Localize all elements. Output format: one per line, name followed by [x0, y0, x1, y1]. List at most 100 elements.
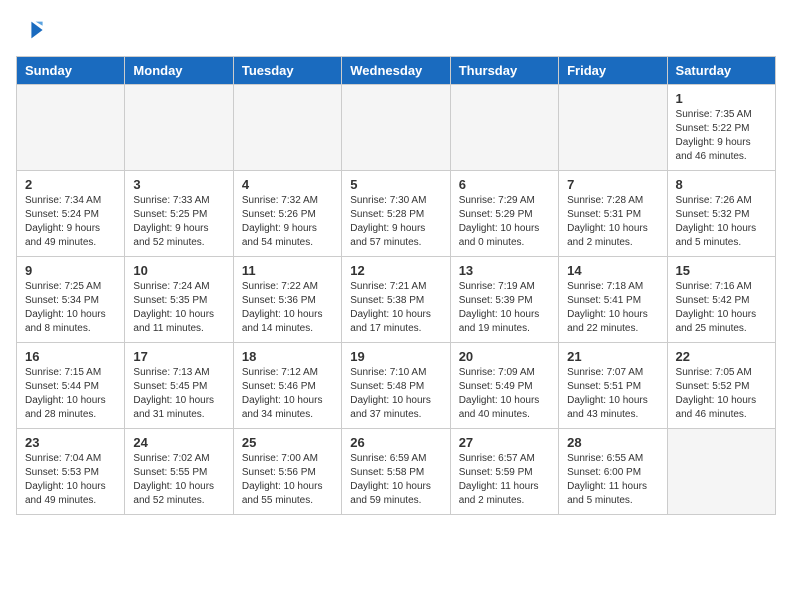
calendar-cell: 13 Sunrise: 7:19 AM Sunset: 5:39 PM Dayli…	[450, 257, 558, 343]
day-info: Sunrise: 7:09 AM Sunset: 5:49 PM Dayligh…	[459, 366, 550, 422]
calendar-cell: 19 Sunrise: 7:10 AM Sunset: 5:48 PM Dayli…	[342, 343, 450, 429]
day-number: 19	[350, 349, 441, 364]
page-header	[16, 16, 776, 44]
calendar-cell	[559, 85, 667, 171]
weekday-header-row: SundayMondayTuesdayWednesdayThursdayFrid…	[17, 57, 776, 85]
day-number: 6	[459, 177, 550, 192]
calendar-cell	[125, 85, 233, 171]
day-number: 22	[676, 349, 767, 364]
calendar-cell: 12 Sunrise: 7:21 AM Sunset: 5:38 PM Dayli…	[342, 257, 450, 343]
day-number: 7	[567, 177, 658, 192]
day-number: 4	[242, 177, 333, 192]
day-number: 21	[567, 349, 658, 364]
calendar-cell: 26 Sunrise: 6:59 AM Sunset: 5:58 PM Dayli…	[342, 429, 450, 515]
calendar-cell: 20 Sunrise: 7:09 AM Sunset: 5:49 PM Dayli…	[450, 343, 558, 429]
day-info: Sunrise: 7:00 AM Sunset: 5:56 PM Dayligh…	[242, 452, 333, 508]
weekday-header-thursday: Thursday	[450, 57, 558, 85]
calendar-cell: 16Sunrise: 7:15 AM Sunset: 5:44 PM Dayli…	[17, 343, 125, 429]
calendar-cell: 25 Sunrise: 7:00 AM Sunset: 5:56 PM Dayli…	[233, 429, 341, 515]
calendar-cell: 6 Sunrise: 7:29 AM Sunset: 5:29 PM Daylig…	[450, 171, 558, 257]
calendar-cell: 4 Sunrise: 7:32 AM Sunset: 5:26 PM Daylig…	[233, 171, 341, 257]
calendar-cell: 2 Sunrise: 7:34 AM Sunset: 5:24 PM Daylig…	[17, 171, 125, 257]
day-info: Sunrise: 7:24 AM Sunset: 5:35 PM Dayligh…	[133, 280, 224, 336]
calendar-cell	[450, 85, 558, 171]
day-info: Sunrise: 7:29 AM Sunset: 5:29 PM Dayligh…	[459, 194, 550, 250]
day-number: 27	[459, 435, 550, 450]
day-number: 23	[25, 435, 116, 450]
calendar-cell: 22 Sunrise: 7:05 AM Sunset: 5:52 PM Dayli…	[667, 343, 775, 429]
calendar-cell	[342, 85, 450, 171]
calendar-cell: 17 Sunrise: 7:13 AM Sunset: 5:45 PM Dayli…	[125, 343, 233, 429]
day-info: Sunrise: 7:32 AM Sunset: 5:26 PM Dayligh…	[242, 194, 333, 250]
calendar-cell: 28 Sunrise: 6:55 AM Sunset: 6:00 PM Dayli…	[559, 429, 667, 515]
day-info: Sunrise: 6:57 AM Sunset: 5:59 PM Dayligh…	[459, 452, 550, 508]
weekday-header-monday: Monday	[125, 57, 233, 85]
day-number: 18	[242, 349, 333, 364]
day-info: Sunrise: 7:19 AM Sunset: 5:39 PM Dayligh…	[459, 280, 550, 336]
week-row-0: 1 Sunrise: 7:35 AM Sunset: 5:22 PM Daylig…	[17, 85, 776, 171]
calendar-cell: 24 Sunrise: 7:02 AM Sunset: 5:55 PM Dayli…	[125, 429, 233, 515]
day-info: Sunrise: 7:05 AM Sunset: 5:52 PM Dayligh…	[676, 366, 767, 422]
week-row-1: 2 Sunrise: 7:34 AM Sunset: 5:24 PM Daylig…	[17, 171, 776, 257]
calendar-cell: 3Sunrise: 7:33 AM Sunset: 5:25 PM Daylig…	[125, 171, 233, 257]
weekday-header-saturday: Saturday	[667, 57, 775, 85]
day-info: Sunrise: 7:25 AM Sunset: 5:34 PM Dayligh…	[25, 280, 116, 336]
calendar-cell: 21 Sunrise: 7:07 AM Sunset: 5:51 PM Dayli…	[559, 343, 667, 429]
day-number: 1	[676, 91, 767, 106]
weekday-header-friday: Friday	[559, 57, 667, 85]
day-info: Sunrise: 7:12 AM Sunset: 5:46 PM Dayligh…	[242, 366, 333, 422]
calendar-cell	[667, 429, 775, 515]
calendar-cell: 23 Sunrise: 7:04 AM Sunset: 5:53 PM Dayli…	[17, 429, 125, 515]
day-info: Sunrise: 7:13 AM Sunset: 5:45 PM Dayligh…	[133, 366, 224, 422]
day-number: 25	[242, 435, 333, 450]
calendar: SundayMondayTuesdayWednesdayThursdayFrid…	[16, 56, 776, 515]
day-number: 28	[567, 435, 658, 450]
calendar-cell: 11 Sunrise: 7:22 AM Sunset: 5:36 PM Dayli…	[233, 257, 341, 343]
calendar-cell: 14Sunrise: 7:18 AM Sunset: 5:41 PM Dayli…	[559, 257, 667, 343]
calendar-cell: 5Sunrise: 7:30 AM Sunset: 5:28 PM Daylig…	[342, 171, 450, 257]
day-info: Sunrise: 7:16 AM Sunset: 5:42 PM Dayligh…	[676, 280, 767, 336]
weekday-header-wednesday: Wednesday	[342, 57, 450, 85]
calendar-cell	[17, 85, 125, 171]
day-number: 20	[459, 349, 550, 364]
week-row-2: 9 Sunrise: 7:25 AM Sunset: 5:34 PM Daylig…	[17, 257, 776, 343]
day-info: Sunrise: 6:59 AM Sunset: 5:58 PM Dayligh…	[350, 452, 441, 508]
day-number: 10	[133, 263, 224, 278]
week-row-4: 23 Sunrise: 7:04 AM Sunset: 5:53 PM Dayli…	[17, 429, 776, 515]
day-number: 15	[676, 263, 767, 278]
day-info: Sunrise: 7:04 AM Sunset: 5:53 PM Dayligh…	[25, 452, 116, 508]
calendar-cell: 18 Sunrise: 7:12 AM Sunset: 5:46 PM Dayli…	[233, 343, 341, 429]
day-number: 14	[567, 263, 658, 278]
day-info: Sunrise: 7:34 AM Sunset: 5:24 PM Dayligh…	[25, 194, 116, 250]
logo-icon	[16, 16, 44, 44]
day-info: Sunrise: 7:10 AM Sunset: 5:48 PM Dayligh…	[350, 366, 441, 422]
week-row-3: 16Sunrise: 7:15 AM Sunset: 5:44 PM Dayli…	[17, 343, 776, 429]
day-info: Sunrise: 7:07 AM Sunset: 5:51 PM Dayligh…	[567, 366, 658, 422]
day-number: 3	[133, 177, 224, 192]
calendar-cell	[233, 85, 341, 171]
day-info: Sunrise: 7:28 AM Sunset: 5:31 PM Dayligh…	[567, 194, 658, 250]
day-info: Sunrise: 7:22 AM Sunset: 5:36 PM Dayligh…	[242, 280, 333, 336]
calendar-cell: 27 Sunrise: 6:57 AM Sunset: 5:59 PM Dayli…	[450, 429, 558, 515]
weekday-header-tuesday: Tuesday	[233, 57, 341, 85]
calendar-cell: 8Sunrise: 7:26 AM Sunset: 5:32 PM Daylig…	[667, 171, 775, 257]
calendar-cell: 1 Sunrise: 7:35 AM Sunset: 5:22 PM Daylig…	[667, 85, 775, 171]
day-info: Sunrise: 7:21 AM Sunset: 5:38 PM Dayligh…	[350, 280, 441, 336]
day-info: Sunrise: 7:35 AM Sunset: 5:22 PM Dayligh…	[676, 108, 767, 164]
weekday-header-sunday: Sunday	[17, 57, 125, 85]
calendar-cell: 10 Sunrise: 7:24 AM Sunset: 5:35 PM Dayli…	[125, 257, 233, 343]
day-number: 9	[25, 263, 116, 278]
day-number: 11	[242, 263, 333, 278]
day-number: 13	[459, 263, 550, 278]
day-number: 17	[133, 349, 224, 364]
day-info: Sunrise: 7:02 AM Sunset: 5:55 PM Dayligh…	[133, 452, 224, 508]
logo	[16, 16, 50, 44]
day-number: 5	[350, 177, 441, 192]
day-info: Sunrise: 6:55 AM Sunset: 6:00 PM Dayligh…	[567, 452, 658, 508]
day-number: 12	[350, 263, 441, 278]
day-number: 16	[25, 349, 116, 364]
day-number: 24	[133, 435, 224, 450]
calendar-cell: 7 Sunrise: 7:28 AM Sunset: 5:31 PM Daylig…	[559, 171, 667, 257]
day-number: 2	[25, 177, 116, 192]
day-number: 26	[350, 435, 441, 450]
